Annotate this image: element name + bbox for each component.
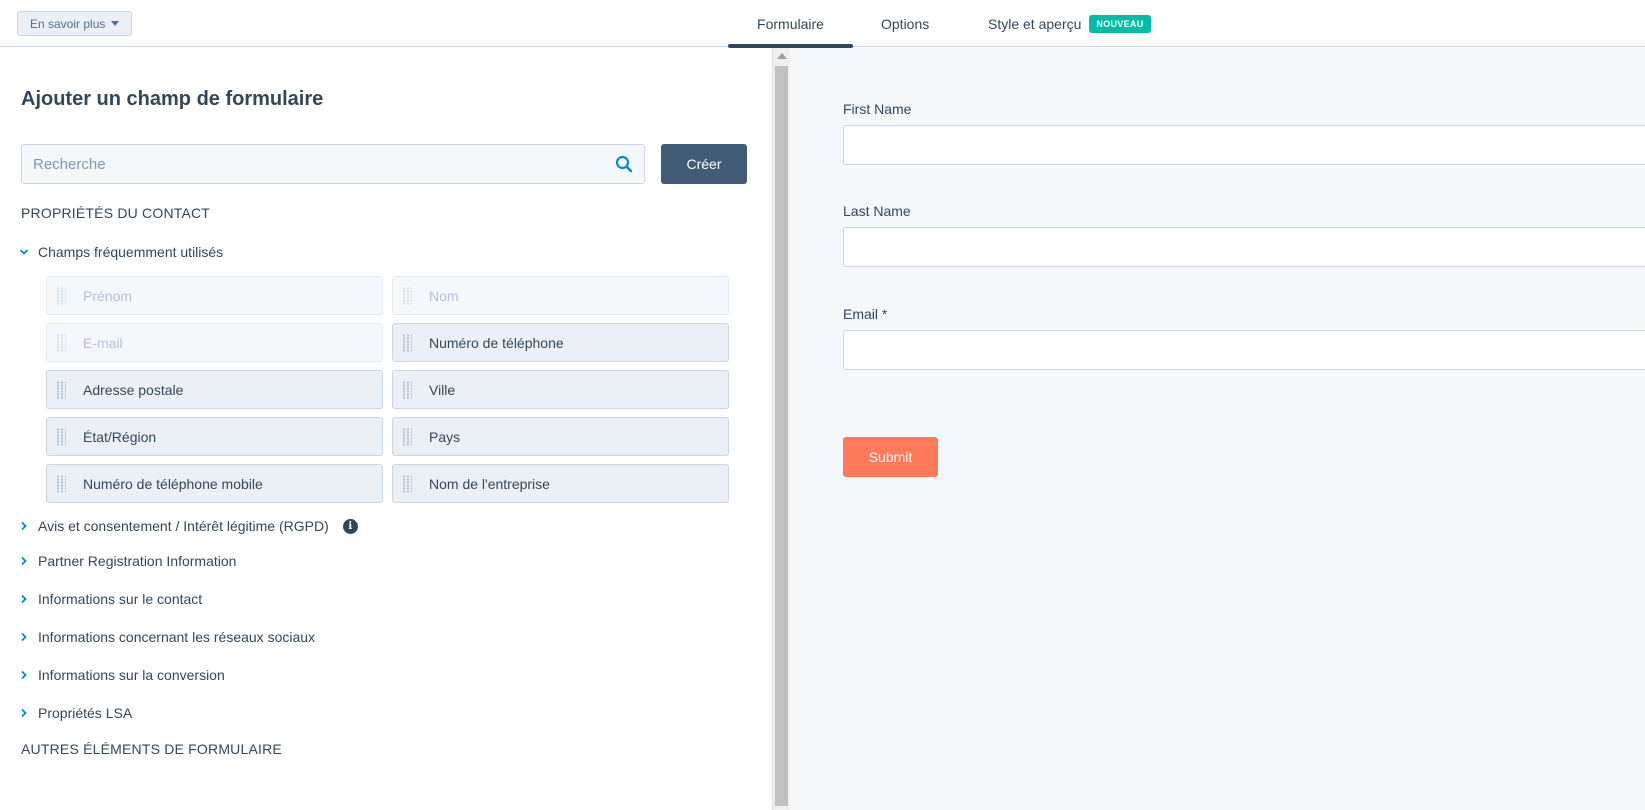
- info-icon[interactable]: i: [342, 518, 358, 534]
- chevron-right-icon: [18, 521, 29, 532]
- scrollbar-thumb[interactable]: [775, 66, 788, 806]
- form-preview-panel: First Name Last Name Email * Submit: [791, 48, 1645, 810]
- chevron-right-icon: [18, 670, 29, 681]
- field-etat-region[interactable]: État/Région: [46, 417, 383, 456]
- field-label: État/Région: [83, 428, 157, 445]
- group-frequent-fields[interactable]: Champs fréquemment utilisés: [18, 244, 223, 260]
- last-name-input[interactable]: [843, 227, 1645, 267]
- search-input[interactable]: [22, 145, 604, 183]
- search-icon[interactable]: [604, 144, 644, 184]
- field-label: E-mail: [83, 334, 123, 351]
- chevron-right-icon: [18, 632, 29, 643]
- first-name-label: First Name: [843, 101, 912, 117]
- first-name-input[interactable]: [843, 125, 1645, 165]
- field-label: Numéro de téléphone mobile: [83, 475, 263, 492]
- group-label: Informations sur la conversion: [38, 667, 225, 683]
- field-label: Adresse postale: [83, 381, 184, 398]
- search-box: [21, 144, 645, 184]
- chevron-right-icon: [18, 556, 29, 567]
- create-button[interactable]: Créer: [661, 144, 747, 184]
- group-rgpd[interactable]: Avis et consentement / Intérêt légitime …: [18, 518, 358, 534]
- drag-handle-icon: [56, 333, 66, 352]
- group-conversion[interactable]: Informations sur la conversion: [18, 667, 225, 683]
- contact-properties-heading: PROPRIÉTÉS DU CONTACT: [21, 205, 211, 221]
- group-partner-registration[interactable]: Partner Registration Information: [18, 553, 236, 569]
- panel-title: Ajouter un champ de formulaire: [21, 88, 324, 110]
- tab-formulaire-label: Formulaire: [757, 15, 824, 32]
- tab-formulaire[interactable]: Formulaire: [728, 0, 853, 48]
- field-email: E-mail: [46, 323, 383, 362]
- drag-handle-icon: [56, 286, 66, 305]
- scroll-up-arrow-icon[interactable]: [777, 53, 787, 59]
- drag-handle-icon[interactable]: [402, 427, 412, 446]
- field-prenom: Prénom: [46, 276, 383, 315]
- field-label: Pays: [429, 428, 461, 445]
- learn-more-dropdown[interactable]: En savoir plus: [17, 11, 133, 36]
- field-telephone-mobile[interactable]: Numéro de téléphone mobile: [46, 464, 383, 503]
- chevron-right-icon: [18, 708, 29, 719]
- top-navigation-bar: En savoir plus Formulaire Options Style …: [0, 0, 1645, 48]
- chevron-down-icon: [18, 247, 29, 258]
- field-label: Numéro de téléphone: [429, 334, 564, 351]
- group-label: Champs fréquemment utilisés: [38, 244, 224, 260]
- caret-down-icon: [111, 21, 120, 26]
- email-input[interactable]: [843, 330, 1645, 370]
- other-elements-heading: AUTRES ÉLÉMENTS DE FORMULAIRE: [21, 741, 282, 757]
- group-label: Avis et consentement / Intérêt légitime …: [38, 518, 329, 534]
- group-label: Partner Registration Information: [38, 553, 237, 569]
- add-field-panel: Ajouter un champ de formulaire Créer PRO…: [0, 48, 772, 810]
- field-nom: Nom: [392, 276, 729, 315]
- group-contact-info[interactable]: Informations sur le contact: [18, 591, 202, 607]
- group-social-networks[interactable]: Informations concernant les réseaux soci…: [18, 629, 315, 645]
- tab-style-preview[interactable]: Style et aperçu NOUVEAU: [988, 0, 1151, 47]
- tab-options[interactable]: Options: [881, 0, 929, 47]
- new-badge: NOUVEAU: [1089, 14, 1151, 33]
- drag-handle-icon[interactable]: [56, 380, 66, 399]
- drag-handle-icon[interactable]: [402, 380, 412, 399]
- group-label: Propriétés LSA: [38, 705, 133, 721]
- tab-options-label: Options: [881, 15, 930, 32]
- field-ville[interactable]: Ville: [392, 370, 729, 409]
- learn-more-label: En savoir plus: [30, 16, 106, 31]
- group-label: Informations sur le contact: [38, 591, 203, 607]
- field-label: Nom de l'entreprise: [429, 475, 550, 492]
- field-label: Prénom: [83, 287, 133, 304]
- field-label: Nom: [429, 287, 459, 304]
- group-lsa[interactable]: Propriétés LSA: [18, 705, 132, 721]
- field-nom-entreprise[interactable]: Nom de l'entreprise: [392, 464, 729, 503]
- drag-handle-icon[interactable]: [402, 474, 412, 493]
- field-pays[interactable]: Pays: [392, 417, 729, 456]
- drag-handle-icon: [402, 286, 412, 305]
- field-numero-telephone[interactable]: Numéro de téléphone: [392, 323, 729, 362]
- drag-handle-icon[interactable]: [56, 427, 66, 446]
- field-adresse-postale[interactable]: Adresse postale: [46, 370, 383, 409]
- chevron-right-icon: [18, 594, 29, 605]
- email-label: Email *: [843, 306, 888, 322]
- group-label: Informations concernant les réseaux soci…: [38, 629, 316, 645]
- submit-button[interactable]: Submit: [843, 437, 938, 477]
- drag-handle-icon[interactable]: [402, 333, 412, 352]
- left-panel-scrollbar[interactable]: [772, 48, 790, 810]
- last-name-label: Last Name: [843, 203, 911, 219]
- field-label: Ville: [429, 381, 456, 398]
- drag-handle-icon[interactable]: [56, 474, 66, 493]
- tab-style-label: Style et aperçu: [988, 15, 1082, 32]
